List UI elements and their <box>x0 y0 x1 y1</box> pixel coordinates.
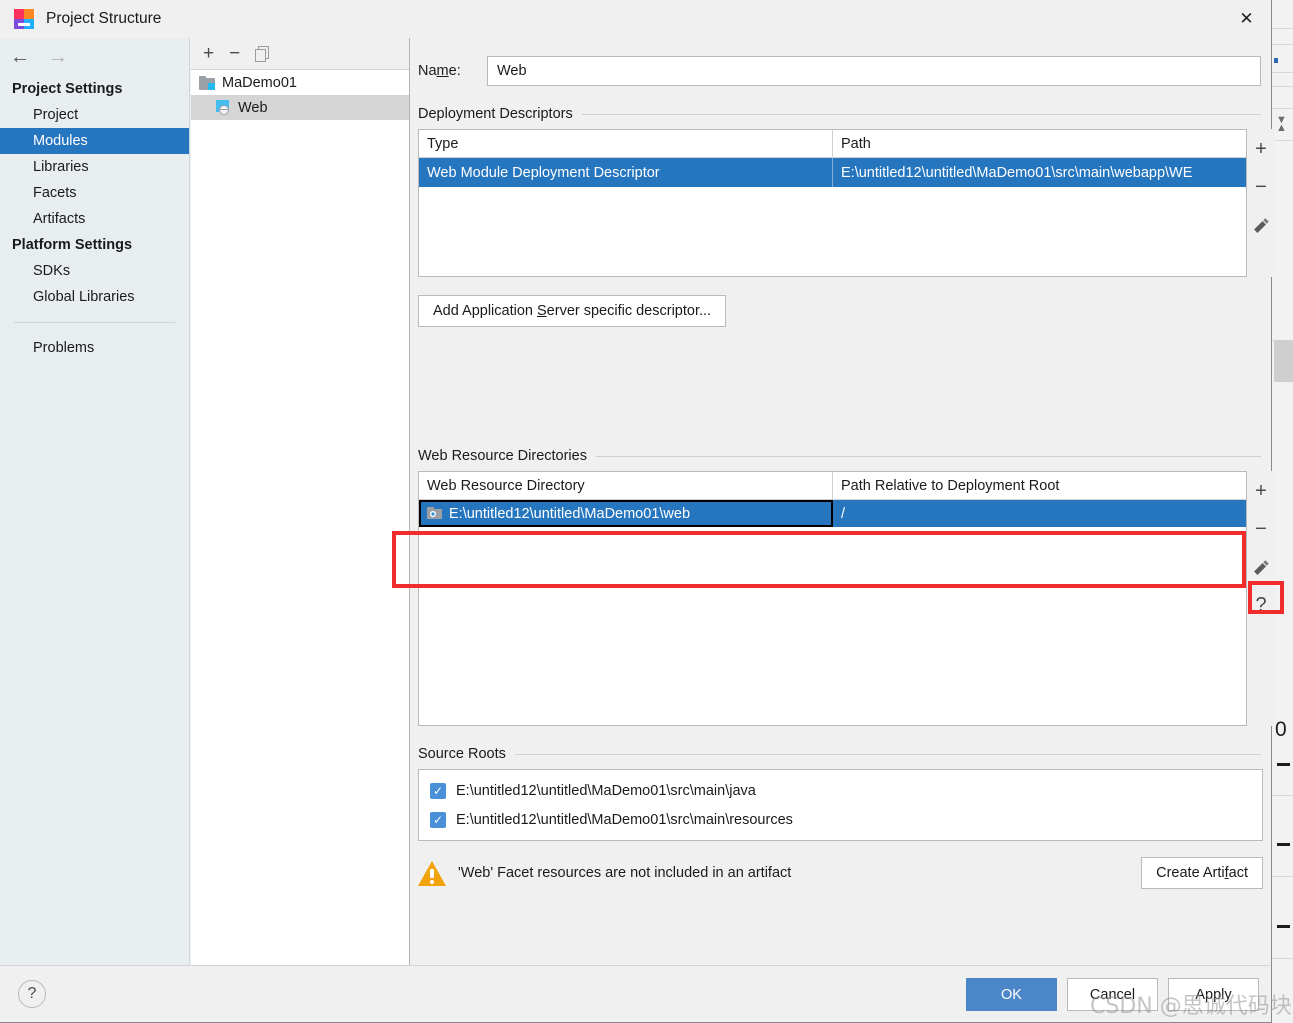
sidebar-item-modules[interactable]: Modules <box>0 128 189 154</box>
title-bar: Project Structure ✕ <box>0 0 1270 38</box>
table-header: Web Resource Directory Path Relative to … <box>419 472 1246 500</box>
module-settings-content: Name: Deployment Descriptors Type Path W… <box>411 38 1275 965</box>
add-descriptor-button[interactable]: + <box>1247 135 1275 163</box>
column-header-type[interactable]: Type <box>419 130 833 157</box>
remove-descriptor-button[interactable]: − <box>1247 173 1275 201</box>
background-ide-strip: ▼ ▲ 0 <box>1272 0 1293 1023</box>
table-header: Type Path <box>419 130 1246 158</box>
artifact-warning-row: 'Web' Facet resources are not included i… <box>418 857 1270 889</box>
name-input[interactable] <box>487 56 1261 86</box>
tree-row-label: Web <box>238 99 268 116</box>
close-icon[interactable]: ✕ <box>1223 0 1270 37</box>
table-row[interactable]: E:\untitled12\untitled\MaDemo01\web / <box>419 500 1246 527</box>
deployment-descriptors-title: Deployment Descriptors <box>418 106 573 122</box>
checkbox-checked-icon[interactable]: ✓ <box>430 782 446 799</box>
source-root-path: E:\untitled12\untitled\MaDemo01\src\main… <box>456 811 793 828</box>
list-item[interactable]: ✓ E:\untitled12\untitled\MaDemo01\src\ma… <box>419 776 1262 805</box>
back-arrow-icon[interactable]: ← <box>10 47 30 67</box>
section-divider <box>514 753 1261 755</box>
module-folder-icon <box>199 75 215 90</box>
apply-button[interactable]: Apply <box>1168 978 1259 1011</box>
project-structure-dialog: Project Structure ✕ ← → Project Settings… <box>0 0 1275 1023</box>
remove-web-resource-button[interactable]: − <box>1247 515 1275 543</box>
pencil-icon <box>1253 217 1269 233</box>
intellij-idea-icon <box>14 9 34 29</box>
add-application-server-descriptor-button[interactable]: Add Application Server specific descript… <box>418 295 727 327</box>
dialog-buttons: OK Cancel Apply <box>966 978 1259 1011</box>
ok-button[interactable]: OK <box>966 978 1057 1011</box>
sidebar-item-project[interactable]: Project <box>0 102 189 128</box>
deployment-descriptors-header: Deployment Descriptors <box>411 106 1270 122</box>
edit-descriptor-button[interactable] <box>1247 211 1275 239</box>
column-header-web-resource-directory[interactable]: Web Resource Directory <box>419 472 833 499</box>
cell-text: E:\untitled12\untitled\MaDemo01\web <box>449 505 691 522</box>
cell-path: E:\untitled12\untitled\MaDemo01\src\main… <box>841 164 1193 181</box>
web-resource-directories-header: Web Resource Directories <box>411 448 1270 464</box>
column-header-relative-path[interactable]: Path Relative to Deployment Root <box>833 472 1246 499</box>
source-root-path: E:\untitled12\untitled\MaDemo01\src\main… <box>456 782 756 799</box>
source-roots-list: ✓ E:\untitled12\untitled\MaDemo01\src\ma… <box>418 769 1263 841</box>
pencil-icon <box>1253 559 1269 575</box>
nav-history-controls: ← → <box>0 38 189 76</box>
module-tree-toolbar: + − <box>191 38 409 69</box>
source-roots-header: Source Roots <box>411 746 1270 762</box>
sidebar-group-platform-settings: Platform Settings <box>12 237 133 253</box>
window-title: Project Structure <box>46 10 162 27</box>
sidebar-item-global-libraries[interactable]: Global Libraries <box>0 284 189 310</box>
web-resource-help-button[interactable]: ? <box>1247 591 1275 619</box>
deployment-descriptors-table: Type Path Web Module Deployment Descript… <box>418 129 1247 277</box>
cell-web-resource-directory: E:\untitled12\untitled\MaDemo01\web <box>419 500 833 527</box>
column-header-path[interactable]: Path <box>833 130 1246 157</box>
copy-module-icon[interactable] <box>255 45 270 62</box>
web-resource-directories-toolbar: + − ? <box>1247 471 1275 726</box>
web-folder-icon <box>427 507 442 520</box>
name-field-row: Name: <box>411 38 1270 86</box>
sidebar-item-sdks[interactable]: SDKs <box>0 258 189 284</box>
table-row[interactable]: Web Module Deployment Descriptor E:\unti… <box>419 158 1246 187</box>
sidebar-item-artifacts[interactable]: Artifacts <box>0 206 189 232</box>
web-resource-directories-title: Web Resource Directories <box>418 448 587 464</box>
list-item[interactable]: ✓ E:\untitled12\untitled\MaDemo01\src\ma… <box>419 805 1262 834</box>
artifact-warning-text: 'Web' Facet resources are not included i… <box>458 865 792 881</box>
module-tree-list: MaDemo01 Web <box>191 69 409 965</box>
edit-web-resource-button[interactable] <box>1247 553 1275 581</box>
create-artifact-button[interactable]: Create Artifact <box>1141 857 1263 889</box>
section-divider <box>581 113 1261 115</box>
tree-row-facet-web[interactable]: Web <box>191 95 409 120</box>
add-module-button[interactable]: + <box>203 44 214 63</box>
sidebar-group-project-settings: Project Settings <box>12 81 123 97</box>
cancel-button[interactable]: Cancel <box>1067 978 1158 1011</box>
module-tree-panel: + − MaDemo01 Web <box>191 38 410 965</box>
cell-type: Web Module Deployment Descriptor <box>419 158 833 187</box>
background-zero-glyph: 0 <box>1275 718 1287 741</box>
deployment-descriptors-toolbar: + − <box>1247 129 1275 277</box>
deployment-descriptors-table-wrap: Type Path Web Module Deployment Descript… <box>418 129 1275 277</box>
sidebar-divider <box>14 322 175 323</box>
web-facet-icon <box>215 100 231 115</box>
web-resource-directories-table-wrap: Web Resource Directory Path Relative to … <box>418 471 1275 726</box>
settings-sidebar: ← → Project Settings Project Modules Lib… <box>0 38 190 965</box>
cell-relative-path: / <box>841 505 846 522</box>
remove-module-button[interactable]: − <box>229 44 240 63</box>
name-field-label: Name: <box>418 63 461 79</box>
tree-row-label: MaDemo01 <box>222 74 297 91</box>
add-web-resource-button[interactable]: + <box>1247 477 1275 505</box>
dialog-footer: ? OK Cancel Apply <box>0 965 1270 1022</box>
sidebar-item-facets[interactable]: Facets <box>0 180 189 206</box>
help-button[interactable]: ? <box>18 980 46 1008</box>
sidebar-item-libraries[interactable]: Libraries <box>0 154 189 180</box>
tree-row-module[interactable]: MaDemo01 <box>191 70 409 95</box>
forward-arrow-icon[interactable]: → <box>48 47 68 67</box>
web-resource-directories-table: Web Resource Directory Path Relative to … <box>418 471 1247 726</box>
screenshot-root: ▼ ▲ 0 Project Structure ✕ ← → Project Se… <box>0 0 1293 1023</box>
section-divider <box>595 455 1261 457</box>
sidebar-item-problems[interactable]: Problems <box>0 335 189 361</box>
source-roots-title: Source Roots <box>418 746 506 762</box>
checkbox-checked-icon[interactable]: ✓ <box>430 811 446 828</box>
warning-triangle-icon <box>418 860 446 886</box>
